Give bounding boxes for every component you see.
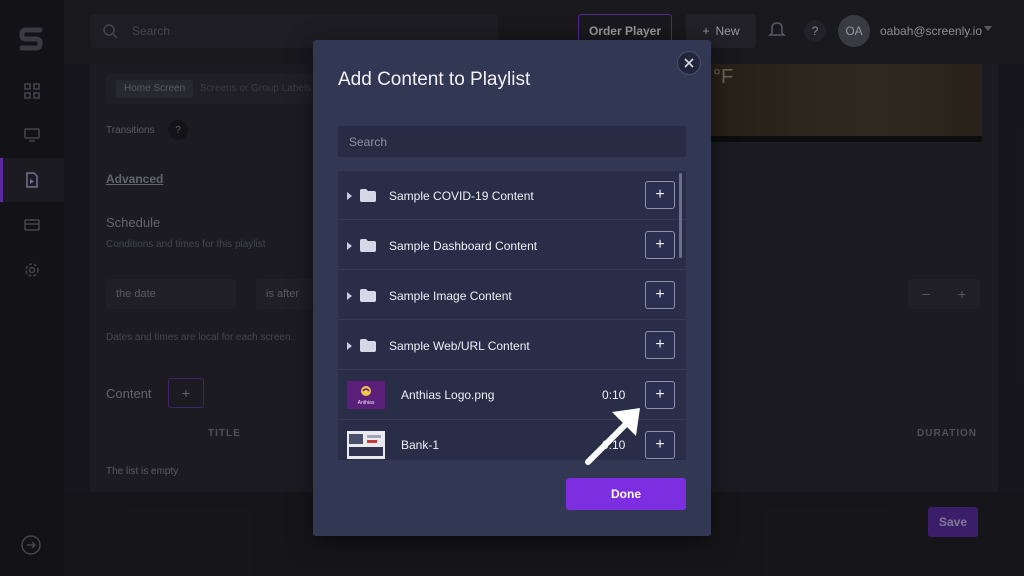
list-item[interactable]: Sample Web/URL Content +	[338, 321, 686, 370]
add-item-button[interactable]: +	[645, 231, 675, 259]
folder-name: Sample Dashboard Content	[389, 239, 538, 253]
folder-name: Sample Web/URL Content	[389, 339, 530, 353]
folder-icon	[360, 339, 376, 352]
add-content-modal: Add Content to Playlist Sample COVID-19 …	[313, 40, 711, 536]
expand-caret-icon[interactable]	[347, 242, 352, 250]
annotation-arrow-icon	[585, 408, 640, 465]
expand-caret-icon[interactable]	[347, 292, 352, 300]
file-name: Anthias Logo.png	[401, 388, 495, 402]
file-name: Bank-1	[401, 438, 440, 452]
list-item[interactable]: Sample Image Content +	[338, 271, 686, 320]
app-root: Search Order Player + New ? OA oabah@scr…	[0, 0, 1024, 576]
list-item[interactable]: Sample Dashboard Content +	[338, 221, 686, 270]
folder-name: Sample COVID-19 Content	[389, 189, 534, 203]
folder-name: Sample Image Content	[389, 289, 512, 303]
modal-title: Add Content to Playlist	[338, 69, 531, 90]
list-scrollbar[interactable]	[679, 173, 682, 258]
bank-thumbnail	[347, 431, 385, 459]
folder-icon	[360, 239, 376, 252]
close-button[interactable]	[677, 51, 701, 75]
list-item[interactable]: Sample COVID-19 Content +	[338, 171, 686, 220]
svg-text:Anthias: Anthias	[358, 400, 375, 406]
add-item-button[interactable]: +	[645, 181, 675, 209]
content-search	[338, 126, 686, 157]
folder-icon	[360, 189, 376, 202]
expand-caret-icon[interactable]	[347, 192, 352, 200]
done-button[interactable]: Done	[566, 478, 686, 510]
add-item-button[interactable]: +	[645, 281, 675, 309]
content-search-input[interactable]	[338, 126, 686, 157]
anthias-logo-thumbnail: Anthias	[347, 381, 385, 409]
expand-caret-icon[interactable]	[347, 342, 352, 350]
add-item-button[interactable]: +	[645, 331, 675, 359]
close-icon	[684, 58, 694, 68]
folder-icon	[360, 289, 376, 302]
